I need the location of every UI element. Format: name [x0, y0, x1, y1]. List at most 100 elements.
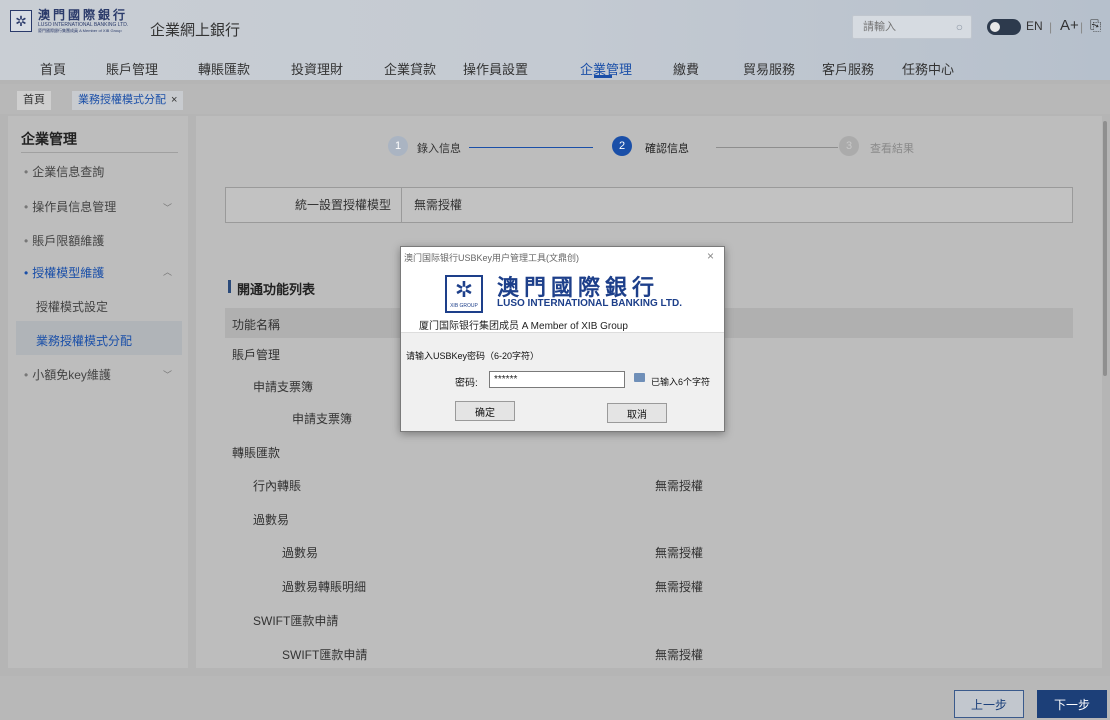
sidebar-item-label: 授權模型維護 [32, 266, 105, 280]
bullet-icon: • [24, 368, 29, 382]
row-name: 過數易轉賬明細 [282, 580, 367, 594]
bank-logo-icon: ✲ XIB GROUP [445, 275, 483, 313]
nav-item-trade-services[interactable]: 貿易服務 [743, 59, 795, 78]
row-name: 過數易 [282, 546, 319, 560]
password-input[interactable] [489, 371, 625, 388]
step-2-label: 確認信息 [645, 143, 689, 155]
tab-close-icon[interactable]: × [171, 94, 177, 106]
main-scrollbar[interactable] [1102, 116, 1108, 668]
keyboard-icon[interactable] [634, 373, 645, 382]
nav-item-transfer[interactable]: 轉賬匯款 [198, 59, 250, 78]
sidebar-item-label: 小額免key維護 [32, 368, 111, 382]
header-divider: | [1080, 20, 1084, 34]
nav-item-accounts[interactable]: 賬戶管理 [106, 59, 158, 78]
logo-sub-text: 廈門國際銀行集團成員 A Member of XIB Group [38, 28, 122, 33]
search-icon[interactable]: ○ [956, 20, 963, 34]
nav-item-home[interactable]: 首頁 [40, 59, 66, 78]
table-row: 行內轉賬 無需授權 [225, 469, 1073, 501]
row-name: 行內轉賬 [253, 479, 302, 493]
sidebar-item-auth-model[interactable]: • 授權模型維護 [24, 264, 104, 281]
nav-item-payments[interactable]: 繳費 [673, 59, 699, 78]
close-icon[interactable]: × [707, 249, 714, 263]
bank-logo[interactable]: ✲ 澳門國際銀行 LUSO INTERNATIONAL BANKING LTD.… [10, 9, 128, 33]
language-switch[interactable]: EN [1026, 19, 1043, 33]
page-tabs: 首頁 業務授權模式分配 × [0, 84, 1110, 114]
logo-cn-text: 澳門國際銀行 [38, 8, 129, 22]
step-1-label: 錄入信息 [417, 143, 461, 155]
bullet-icon: • [24, 266, 29, 280]
sidebar-item-label: 賬戶限額維護 [32, 234, 105, 248]
progress-steps: 1 錄入信息 2 確認信息 3 查看結果 [196, 136, 1096, 160]
nav-active-indicator [594, 75, 612, 78]
table-row: SWIFT匯款申請 [225, 604, 1073, 636]
sidebar-item-enterprise-info[interactable]: • 企業信息查詢 [24, 163, 104, 180]
dialog-title: 澳门国际银行USBKey用户管理工具(文鼎创) [404, 253, 580, 263]
unified-auth-setting: 統一設置授權模型 無需授權 [225, 187, 1073, 223]
password-prompt: 请输入USBKey密码（6-20字符） [406, 351, 540, 361]
row-name: 轉賬匯款 [232, 446, 281, 460]
scroll-thumb[interactable] [1103, 121, 1107, 376]
row-auth-value: 無需授權 [655, 580, 704, 594]
bullet-icon: • [24, 234, 29, 248]
sidebar-item-operator-info[interactable]: • 操作員信息管理 [24, 198, 116, 215]
usbkey-password-dialog: 澳门国际银行USBKey用户管理工具(文鼎创) × ✲ XIB GROUP 澳門… [400, 246, 725, 432]
chevron-down-icon[interactable]: ﹀ [163, 368, 172, 381]
logo-glyph: ✲ [454, 277, 474, 302]
table-row: SWIFT匯款申請 無需授權 [225, 638, 1073, 668]
table-row: 過數易 [225, 503, 1073, 535]
step-3-label: 查看結果 [870, 143, 914, 155]
step-2-circle: 2 [612, 136, 632, 156]
table-row: 過數易轉賬明細 無需授權 [225, 570, 1073, 602]
tab-home[interactable]: 首頁 [17, 91, 51, 110]
font-size-button[interactable]: A+ [1060, 17, 1079, 34]
column-header-function-name: 功能名稱 [232, 318, 281, 332]
chevron-down-icon[interactable]: ﹀ [163, 201, 172, 214]
nav-item-operator-settings[interactable]: 操作員設置 [463, 59, 528, 78]
step-3-circle: 3 [839, 136, 859, 156]
nav-item-task-center[interactable]: 任務中心 [902, 59, 954, 78]
chevron-up-icon[interactable]: ︿ [163, 265, 172, 278]
next-step-button[interactable]: 下一步 [1037, 690, 1107, 718]
logo-mark-subtext: XIB GROUP [450, 303, 478, 309]
sidebar-item-small-amount-key[interactable]: • 小額免key維護 [24, 366, 111, 383]
tab-business-auth[interactable]: 業務授權模式分配 × [72, 91, 184, 110]
search-input[interactable] [853, 16, 943, 38]
bullet-icon: • [24, 200, 29, 214]
logout-icon[interactable]: ⎘ [1090, 17, 1101, 34]
table-row: 過數易 無需授權 [225, 536, 1073, 568]
site-name: 企業網上銀行 [150, 22, 241, 39]
theme-toggle[interactable] [987, 19, 1021, 35]
sidebar-divider [21, 152, 178, 153]
step-1-circle: 1 [388, 136, 408, 156]
top-header: ✲ 澳門國際銀行 LUSO INTERNATIONAL BANKING LTD.… [0, 0, 1110, 80]
tab-label: 業務授權模式分配 [78, 94, 166, 106]
logo-mark-icon: ✲ [10, 10, 32, 32]
nav-item-customer-service[interactable]: 客戶服務 [822, 59, 874, 78]
row-name: 申請支票簿 [292, 412, 353, 426]
nav-item-loans[interactable]: 企業貸款 [384, 59, 436, 78]
previous-step-button[interactable]: 上一步 [954, 690, 1024, 718]
bank-name-en: LUSO INTERNATIONAL BANKING LTD. [497, 298, 682, 309]
row-name: 申請支票簿 [253, 380, 314, 394]
confirm-button[interactable]: 确定 [455, 401, 515, 421]
section-title: 開通功能列表 [237, 282, 316, 297]
sidebar-item-account-limit[interactable]: • 賬戶限額維護 [24, 232, 104, 249]
unified-auth-value: 無需授權 [414, 198, 463, 212]
nav-item-investment[interactable]: 投資理財 [291, 59, 343, 78]
sidebar-sub-business-auth-assign[interactable]: 業務授權模式分配 [36, 332, 132, 349]
main-nav: 首頁 賬戶管理 轉賬匯款 投資理財 企業貸款 操作員設置 企業管理 繳費 貿易服… [0, 50, 1110, 80]
dialog-banner: ✲ XIB GROUP 澳門國際銀行 LUSO INTERNATIONAL BA… [401, 267, 724, 333]
footer-bar: 上一步 下一步 [0, 676, 1110, 720]
password-label: 密码: [455, 378, 478, 389]
row-name: 賬戶管理 [232, 348, 281, 362]
row-auth-value: 無需授權 [655, 546, 704, 560]
table-row: 轉賬匯款 [225, 436, 1073, 468]
step-connector [716, 147, 838, 148]
row-name: SWIFT匯款申請 [282, 648, 368, 662]
sidebar-item-label: 操作員信息管理 [32, 200, 117, 214]
bullet-icon: • [24, 165, 29, 179]
header-divider: | [1049, 20, 1053, 34]
dialog-titlebar: 澳门国际银行USBKey用户管理工具(文鼎创) × [401, 247, 724, 267]
cancel-button[interactable]: 取消 [607, 403, 667, 423]
sidebar-sub-auth-mode-setting[interactable]: 授權模式設定 [36, 298, 108, 315]
